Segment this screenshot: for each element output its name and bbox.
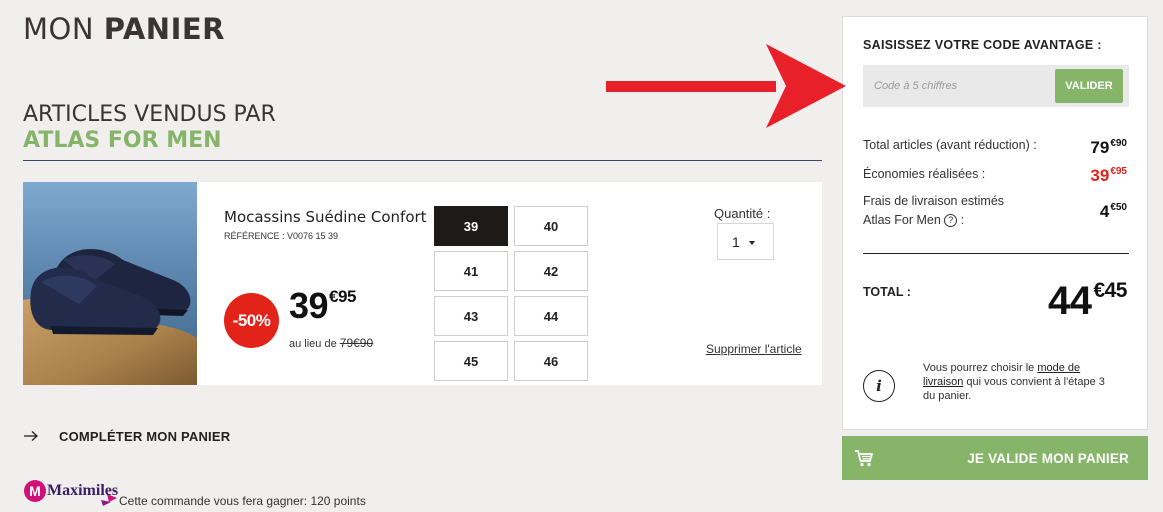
total-articles-main: 79 — [1090, 138, 1110, 157]
promo-validate-button[interactable]: VALIDER — [1055, 69, 1123, 103]
size-option-41[interactable]: 41 — [434, 251, 508, 291]
product-reference: RÉFÉRENCE : V0076 15 39 — [224, 231, 339, 241]
total-value: 44€45 — [1047, 279, 1128, 324]
page-title-bold: PANIER — [103, 12, 226, 46]
quantity-select[interactable]: 1 — [717, 223, 774, 260]
savings-label: Économies réalisées : — [863, 167, 986, 181]
shipping-value: 4€50 — [1100, 202, 1127, 222]
cart-icon — [855, 450, 873, 467]
maximiles-wordmark: Maximiles — [47, 482, 119, 499]
size-option-40[interactable]: 40 — [514, 206, 588, 246]
remove-item-link[interactable]: Supprimer l'article — [706, 342, 802, 356]
product-name[interactable]: Mocassins Suédine Confort — [224, 208, 427, 226]
annotation-arrow — [606, 44, 846, 128]
old-price-value: 79€90 — [339, 336, 374, 350]
help-icon[interactable]: ? — [944, 214, 958, 228]
size-option-39[interactable]: 39 — [434, 206, 508, 246]
price-main: 39 — [289, 285, 329, 326]
seller-divider — [23, 160, 822, 161]
product-price: 39€95 — [289, 285, 356, 327]
validate-cart-button[interactable]: JE VALIDE MON PANIER — [842, 436, 1148, 480]
shipping-label-colon: : — [957, 213, 965, 227]
savings-value: 39€95 — [1090, 166, 1127, 186]
seller-name: ATLAS FOR MEN — [23, 128, 222, 153]
savings-cents: €95 — [1110, 166, 1127, 177]
promo-field: VALIDER — [863, 65, 1129, 107]
savings-main: 39 — [1090, 166, 1110, 185]
size-option-43[interactable]: 43 — [434, 296, 508, 336]
total-main: 44 — [1047, 279, 1092, 323]
shipping-label-line2: Atlas For Men — [863, 213, 941, 227]
size-option-44[interactable]: 44 — [514, 296, 588, 336]
arrow-right-icon — [24, 431, 38, 441]
validate-cart-label: JE VALIDE MON PANIER — [967, 450, 1129, 466]
shipping-label-line1: Frais de livraison estimés — [863, 194, 1005, 208]
info-text-start: Vous pourrez choisir le — [923, 362, 1038, 374]
page-title: MON PANIER — [23, 12, 225, 46]
promo-code-input[interactable] — [863, 65, 1063, 107]
delivery-info-text: Vous pourrez choisir le mode de livraiso… — [923, 361, 1118, 403]
discount-badge: -50% — [224, 293, 279, 348]
complete-cart-link[interactable]: COMPLÉTER MON PANIER — [23, 428, 230, 444]
shipping-label: Frais de livraison estimés Atlas For Men… — [863, 192, 1004, 230]
svg-text:M: M — [29, 483, 41, 499]
size-option-42[interactable]: 42 — [514, 251, 588, 291]
old-price-prefix: au lieu de — [289, 338, 340, 350]
page-title-light: MON — [23, 12, 104, 46]
shipping-cents: €50 — [1110, 202, 1127, 213]
chevron-down-icon — [749, 241, 755, 245]
product-image[interactable] — [23, 182, 197, 385]
shipping-main: 4 — [1099, 202, 1110, 221]
total-articles-cents: €90 — [1110, 138, 1127, 149]
info-icon: i — [863, 370, 895, 402]
quantity-label: Quantité : — [714, 206, 771, 221]
complete-cart-label: COMPLÉTER MON PANIER — [59, 428, 231, 444]
total-label: TOTAL : — [863, 285, 911, 299]
product-card: Mocassins Suédine Confort RÉFÉRENCE : V0… — [23, 182, 822, 385]
summary-divider — [863, 253, 1129, 254]
total-cents: €45 — [1093, 279, 1127, 302]
maximiles-logo: M Maximiles — [23, 478, 119, 508]
size-option-46[interactable]: 46 — [514, 341, 588, 381]
total-articles-value: 79€90 — [1090, 138, 1127, 158]
size-option-45[interactable]: 45 — [434, 341, 508, 381]
promo-title: SAISISSEZ VOTRE CODE AVANTAGE : — [863, 38, 1102, 52]
quantity-value: 1 — [732, 233, 740, 250]
total-articles-label: Total articles (avant réduction) : — [863, 138, 1037, 152]
old-price: au lieu de 79€90 — [289, 336, 373, 350]
seller-heading: ARTICLES VENDUS PAR — [23, 102, 276, 127]
order-summary-panel: SAISISSEZ VOTRE CODE AVANTAGE : VALIDER … — [842, 16, 1148, 430]
loyalty-points-text: Cette commande vous fera gagner: 120 poi… — [119, 494, 366, 508]
price-cents: €95 — [329, 287, 356, 306]
